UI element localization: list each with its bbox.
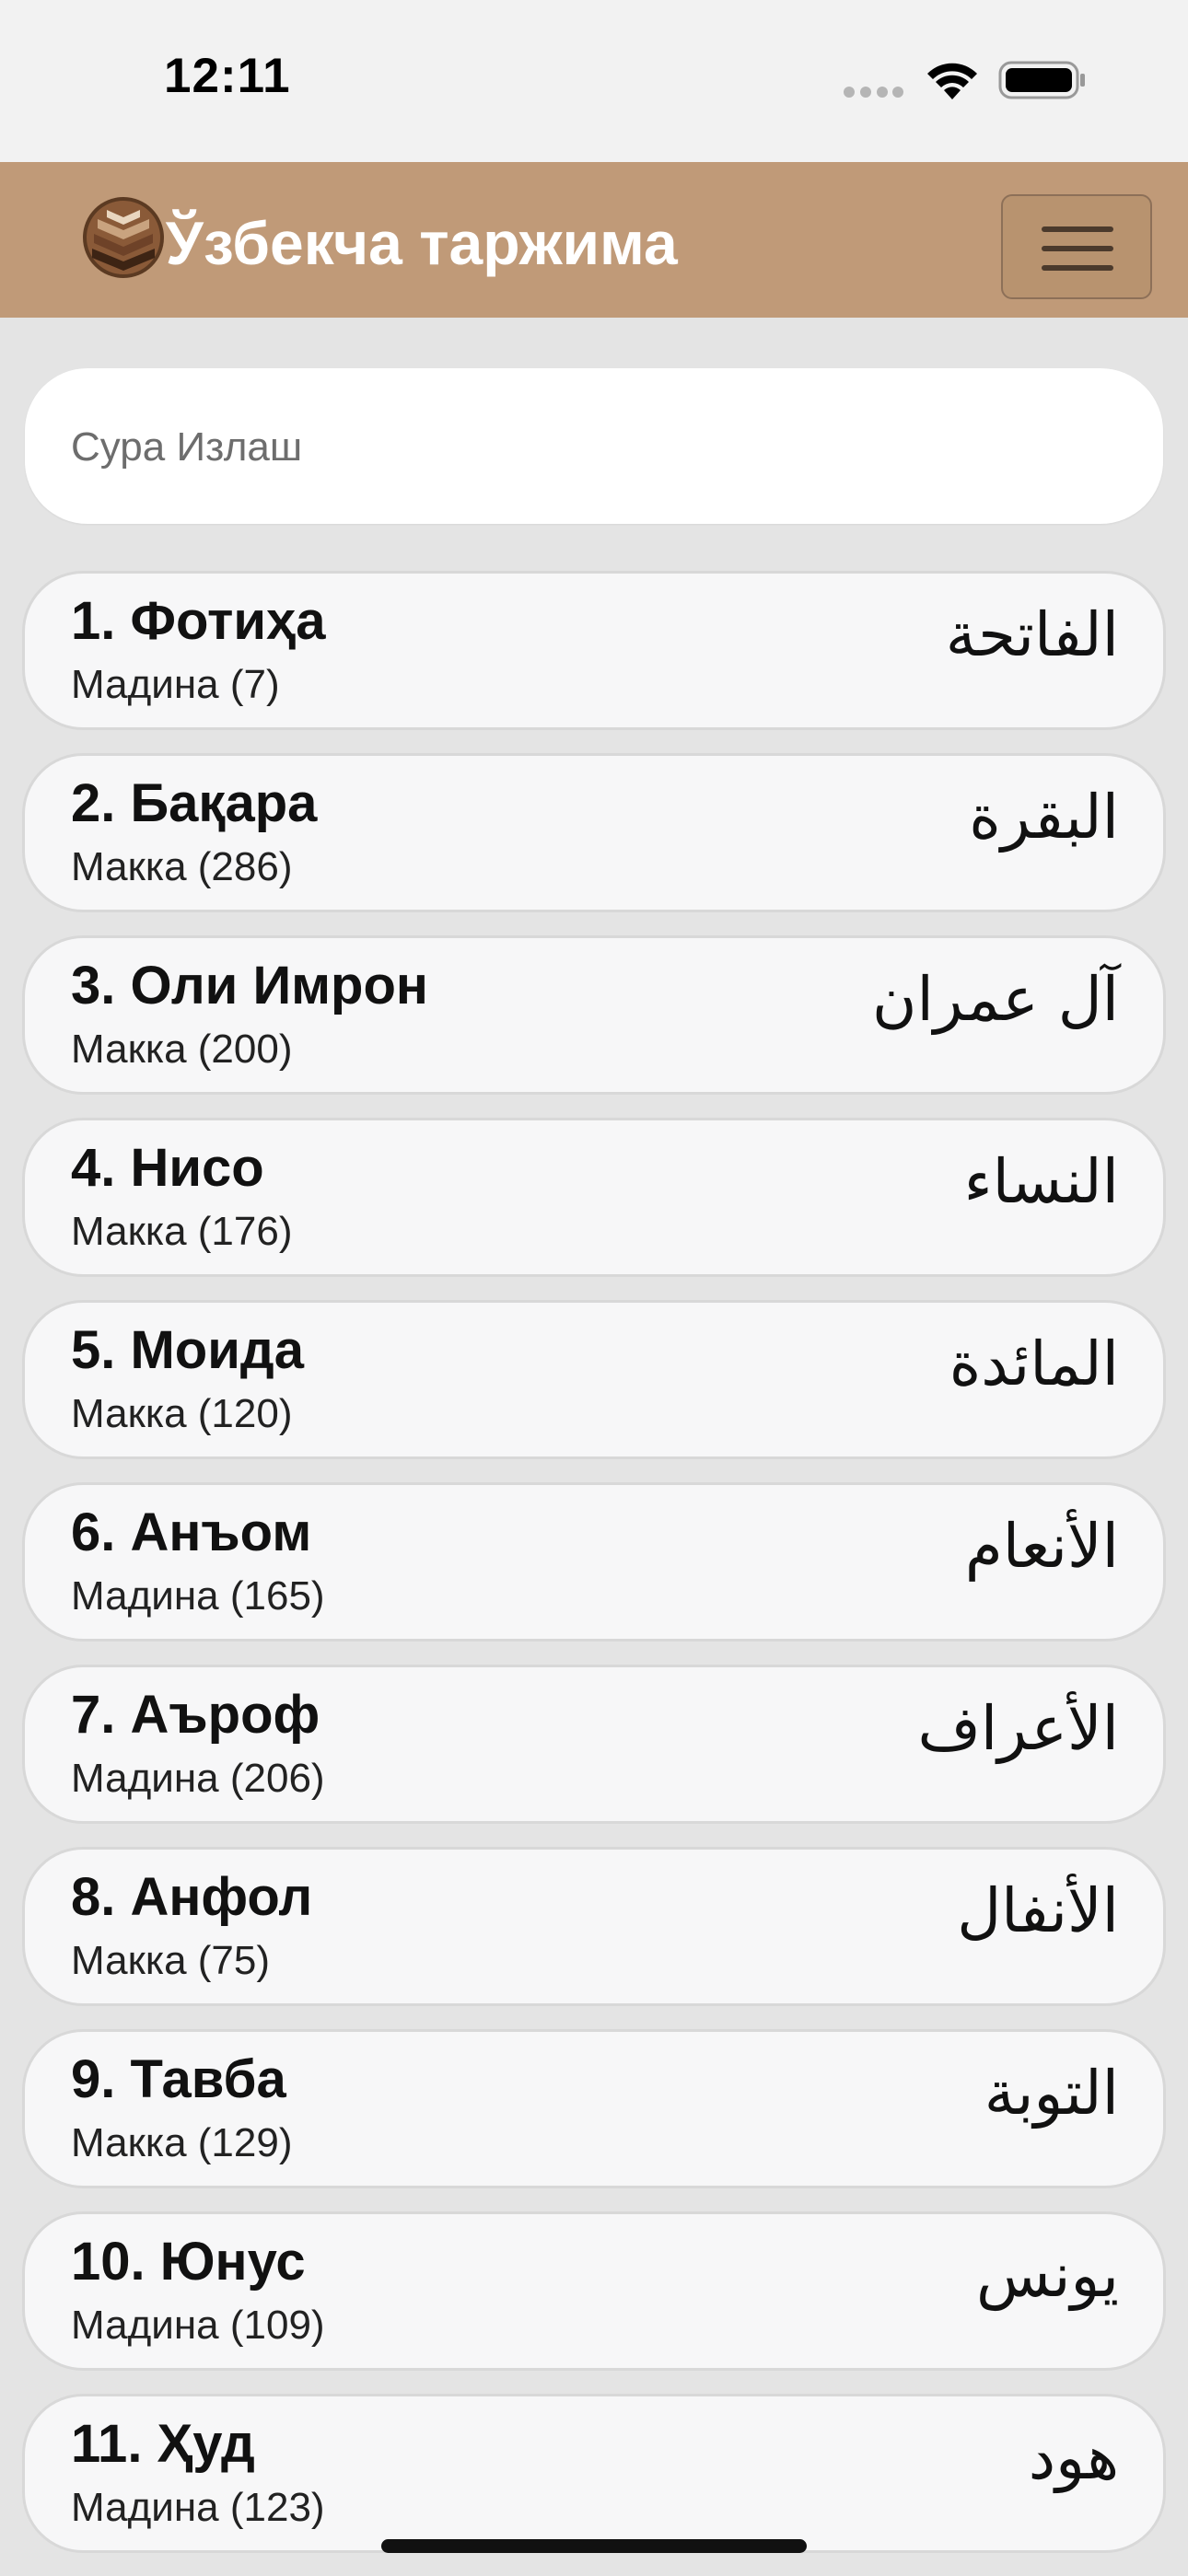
hamburger-menu-button[interactable] (1001, 194, 1152, 299)
sura-meta: Мадина (165) (71, 1573, 325, 1619)
app-title: Ўзбекча таржима (166, 209, 678, 277)
list-item[interactable]: 6. Анъом Мадина (165) الأنعام (22, 1482, 1166, 1642)
sura-name: 3. Оли Имрон (71, 956, 428, 1015)
sura-arabic-name: النساء (963, 1146, 1119, 1217)
wifi-icon (927, 63, 977, 99)
sura-arabic-name: المائدة (949, 1329, 1119, 1399)
sura-meta: Макка (120) (71, 1391, 293, 1436)
battery-icon (998, 61, 1085, 99)
list-item[interactable]: 10. Юнус Мадина (109) يونس (22, 2211, 1166, 2371)
sura-list: 1. Фотиҳа Мадина (7) الفاتحة 2. Бақара М… (22, 571, 1166, 2576)
home-indicator[interactable] (381, 2539, 807, 2553)
sura-arabic-name: البقرة (969, 782, 1119, 853)
sura-arabic-name: آل عمران (871, 964, 1119, 1035)
status-time: 12:11 (164, 49, 291, 103)
sura-name: 6. Анъом (71, 1503, 312, 1562)
app-navbar: Ўзбекча таржима (0, 162, 1188, 318)
sura-meta: Мадина (123) (71, 2485, 325, 2530)
list-item[interactable]: 1. Фотиҳа Мадина (7) الفاتحة (22, 571, 1166, 730)
list-item[interactable]: 5. Моида Макка (120) المائدة (22, 1300, 1166, 1459)
sura-arabic-name: الأعراف (917, 1693, 1119, 1764)
sura-arabic-name: الأنفال (957, 1875, 1119, 1946)
sura-meta: Макка (75) (71, 1938, 271, 1983)
book-stack-icon (83, 197, 164, 278)
list-item[interactable]: 4. Нисо Макка (176) النساء (22, 1118, 1166, 1277)
sura-name: 10. Юнус (71, 2232, 306, 2292)
list-item[interactable]: 2. Бақара Макка (286) البقرة (22, 753, 1166, 912)
sura-name: 11. Ҳуд (71, 2414, 255, 2474)
sura-meta: Мадина (206) (71, 1756, 325, 1801)
list-item[interactable]: 11. Ҳуд Мадина (123) هود (22, 2394, 1166, 2553)
cellular-signal-icon (844, 87, 903, 98)
sura-name: 9. Тавба (71, 2049, 286, 2109)
search-input[interactable] (69, 368, 1123, 526)
sura-name: 4. Нисо (71, 1138, 264, 1198)
sura-meta: Макка (129) (71, 2120, 293, 2165)
sura-arabic-name: التوبة (984, 2058, 1119, 2129)
sura-arabic-name: هود (1028, 2422, 1119, 2493)
sura-arabic-name: الفاتحة (945, 599, 1119, 670)
sura-name: 1. Фотиҳа (71, 591, 326, 651)
sura-meta: Макка (176) (71, 1209, 293, 1254)
sura-meta: Мадина (109) (71, 2303, 325, 2348)
sura-meta: Мадина (7) (71, 662, 280, 707)
search-box (25, 368, 1163, 526)
sura-name: 5. Моида (71, 1320, 304, 1380)
list-item[interactable]: 3. Оли Имрон Макка (200) آل عمران (22, 935, 1166, 1095)
sura-name: 2. Бақара (71, 773, 318, 833)
sura-name: 8. Анфол (71, 1867, 313, 1927)
list-item[interactable]: 8. Анфол Макка (75) الأنفال (22, 1847, 1166, 2006)
list-item[interactable]: 7. Аъроф Мадина (206) الأعراف (22, 1665, 1166, 1824)
sura-meta: Макка (286) (71, 844, 293, 889)
list-item[interactable]: 9. Тавба Макка (129) التوبة (22, 2029, 1166, 2188)
sura-arabic-name: يونس (976, 2240, 1119, 2311)
sura-meta: Макка (200) (71, 1027, 293, 1072)
sura-name: 7. Аъроф (71, 1685, 320, 1745)
status-bar: 12:11 (0, 0, 1188, 162)
sura-arabic-name: الأنعام (964, 1511, 1119, 1582)
